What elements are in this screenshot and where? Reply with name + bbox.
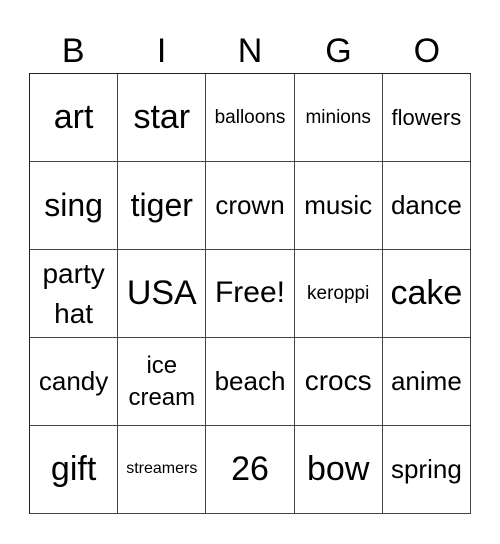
bingo-cell[interactable]: anime xyxy=(382,338,471,426)
header-letter-b: B xyxy=(61,32,85,70)
bingo-cell[interactable]: party hat xyxy=(30,250,119,338)
bingo-cell[interactable]: candy xyxy=(30,338,119,426)
bingo-cell[interactable]: USA xyxy=(118,250,207,338)
bingo-cell[interactable]: sing xyxy=(30,162,119,250)
bingo-cell[interactable]: balloons xyxy=(206,74,295,162)
bingo-cell[interactable]: crown xyxy=(206,162,295,250)
bingo-cell[interactable]: dance xyxy=(382,162,471,250)
bingo-cell[interactable]: cake xyxy=(382,250,471,338)
header-letter-n: N xyxy=(237,32,263,70)
bingo-cell[interactable]: gift xyxy=(30,426,119,514)
header-letter-g: G xyxy=(325,32,352,70)
bingo-cell[interactable]: star xyxy=(118,74,207,162)
bingo-cell[interactable]: bow xyxy=(294,426,383,514)
bingo-cell[interactable]: art xyxy=(30,74,119,162)
bingo-cell[interactable]: music xyxy=(294,162,383,250)
bingo-cell[interactable]: flowers xyxy=(382,74,471,162)
bingo-grid: art star balloons minions flowers sing t… xyxy=(29,73,471,514)
bingo-header: B I N G O xyxy=(29,30,471,72)
bingo-cell[interactable]: ice cream xyxy=(118,338,207,426)
bingo-cell[interactable]: spring xyxy=(382,426,471,514)
bingo-cell[interactable]: streamers xyxy=(118,426,207,514)
header-letter-i: I xyxy=(156,32,167,70)
bingo-cell[interactable]: 26 xyxy=(206,426,295,514)
bingo-cell[interactable]: crocs xyxy=(294,338,383,426)
bingo-cell[interactable]: tiger xyxy=(118,162,207,250)
bingo-cell[interactable]: beach xyxy=(206,338,295,426)
bingo-cell[interactable]: minions xyxy=(294,74,383,162)
bingo-cell[interactable]: keroppi xyxy=(294,250,383,338)
bingo-cell free-space[interactable]: Free! xyxy=(206,250,295,338)
header-letter-o: O xyxy=(413,32,441,70)
